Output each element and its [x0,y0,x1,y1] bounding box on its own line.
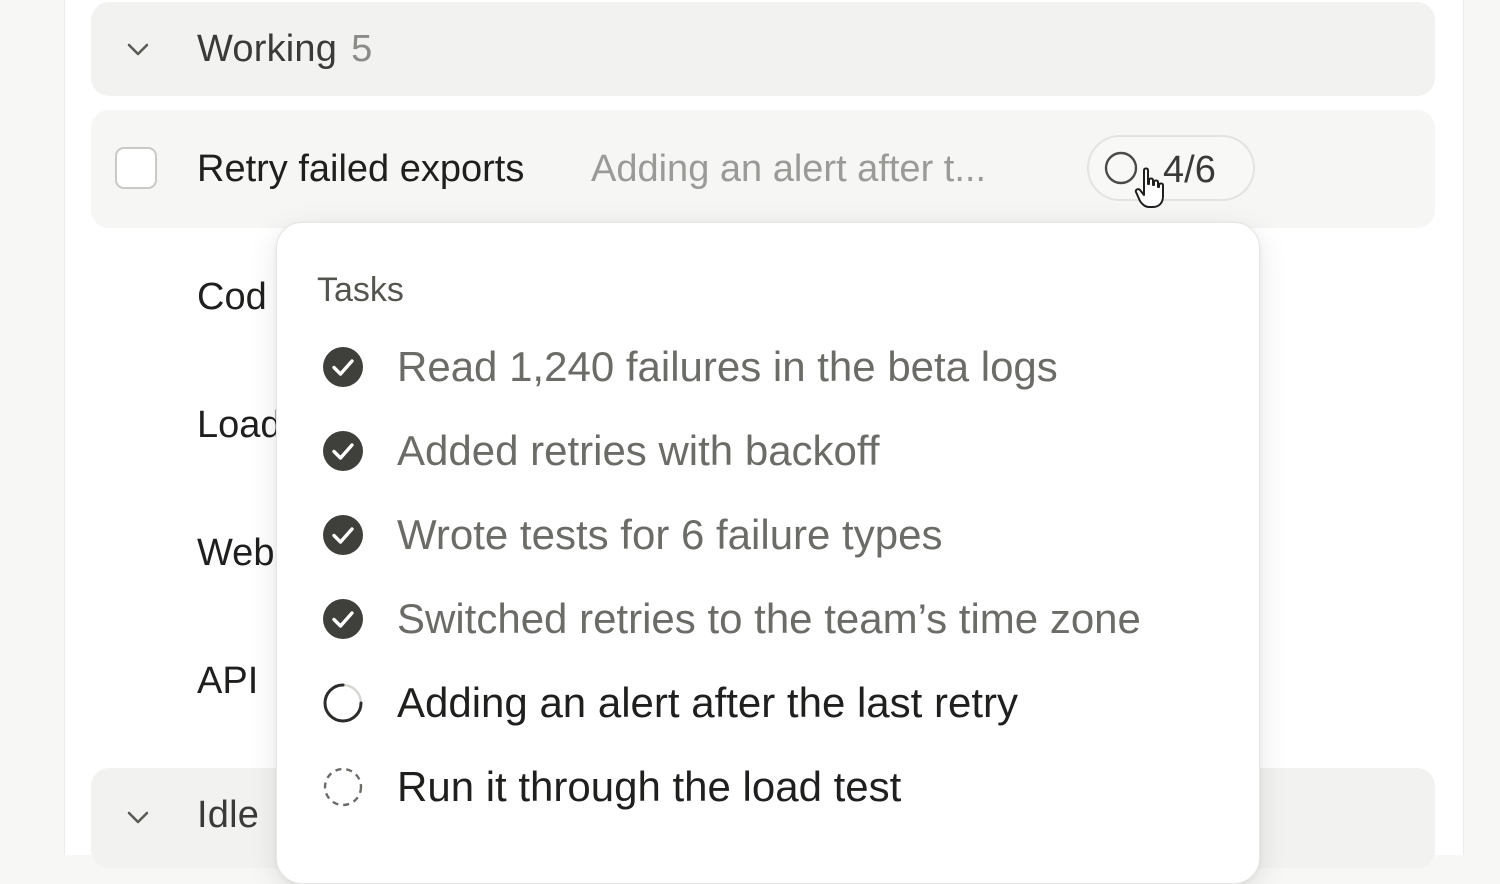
list-item[interactable]: Web [197,532,274,575]
list-item[interactable]: Load [197,404,282,447]
progress-count: 4/6 [1163,149,1216,191]
group-title-label: Working [197,27,338,70]
popover-task-item: Switched retries to the team’s time zone [321,587,1241,647]
task-item-label: Added retries with backoff [397,427,880,474]
task-item-label: Adding an alert after the last retry [397,679,1018,726]
popover-task-item: Adding an alert after the last retry [321,671,1241,731]
list-item[interactable]: API [197,660,258,703]
task-checkbox[interactable] [115,147,157,189]
group-count: 5 [351,27,373,70]
task-progress-button[interactable]: 4/6 [1087,135,1255,201]
check-circle-icon [323,515,363,555]
task-title: Retry failed exports [197,148,525,190]
chevron-down-icon[interactable] [125,36,151,62]
tasks-popover: Tasks Read 1,240 failures in the beta lo… [276,222,1260,884]
pending-dashed-circle-icon [323,767,363,807]
in-progress-spinner-icon [323,683,363,723]
popover-task-item: Run it through the load test [321,755,1241,815]
task-subtitle: Adding an alert after t... [591,148,987,190]
task-item-label: Read 1,240 failures in the beta logs [397,343,1058,390]
popover-title: Tasks [317,271,404,309]
check-circle-icon [323,431,363,471]
task-item-label: Run it through the load test [397,763,902,810]
hand-pointer-cursor-icon [1134,167,1164,208]
check-circle-icon [323,347,363,387]
list-item[interactable]: Cod [197,276,267,319]
task-item-label: Switched retries to the team’s time zone [397,595,1141,642]
group-title-label: Idle [197,794,260,836]
chevron-down-icon[interactable] [125,804,151,830]
task-item-label: Wrote tests for 6 failure types [397,511,943,558]
check-circle-icon [323,599,363,639]
popover-task-item: Read 1,240 failures in the beta logs [321,335,1241,395]
popover-task-item: Added retries with backoff [321,419,1241,479]
group-title: Working 5 [197,28,372,71]
group-header-working[interactable]: Working 5 [91,2,1435,96]
task-row[interactable]: Retry failed exports Adding an alert aft… [91,110,1435,228]
popover-task-item: Wrote tests for 6 failure types [321,503,1241,563]
